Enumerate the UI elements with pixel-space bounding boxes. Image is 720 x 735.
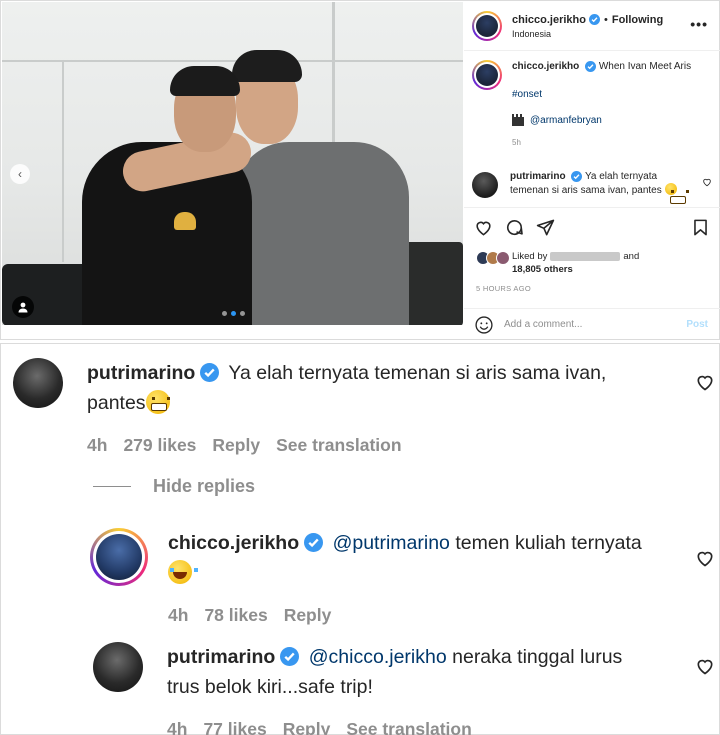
share-paper-plane-icon[interactable] <box>536 218 555 237</box>
comment-bubble-icon[interactable] <box>505 218 524 237</box>
person-right-hair <box>232 50 302 82</box>
user-icon <box>18 302 28 313</box>
reply-likes[interactable]: 77 likes <box>203 714 266 735</box>
hide-replies-label: Hide replies <box>153 476 256 496</box>
save-bookmark-icon[interactable] <box>691 218 710 237</box>
liker-avatars <box>476 251 510 276</box>
reply-button[interactable]: Reply <box>283 714 331 735</box>
person-right-shirt <box>234 142 409 325</box>
carousel-indicator <box>222 311 245 316</box>
reply-likes[interactable]: 78 likes <box>204 600 267 630</box>
reply-username[interactable]: chicco.jerikho <box>168 532 299 554</box>
reply-text: temen kuliah ternyata <box>455 532 642 554</box>
verified-badge-icon <box>571 170 583 182</box>
reply-button[interactable]: Reply <box>212 430 260 460</box>
comment-time: 4h <box>87 435 108 455</box>
reply-button[interactable]: Reply <box>284 600 332 630</box>
tent-pole <box>62 62 64 262</box>
reply-username[interactable]: putrimarino <box>167 646 275 668</box>
following-button[interactable]: Following <box>612 14 663 26</box>
like-reply-heart-icon[interactable] <box>695 656 715 676</box>
grimacing-emoji-icon <box>145 390 170 414</box>
reply-meta: 4h 77 likes Reply See translation <box>167 714 622 735</box>
carousel-dot-active <box>231 311 236 316</box>
like-heart-icon[interactable] <box>474 218 493 237</box>
verified-badge-icon <box>280 647 300 666</box>
add-comment-bar: Add a comment... Post <box>464 308 720 340</box>
reply-mention[interactable]: @putrimarino <box>333 532 450 554</box>
verified-badge-icon <box>588 14 600 25</box>
replier-avatar[interactable] <box>90 528 148 586</box>
post-timestamp: 5 HOURS AGO <box>476 284 531 293</box>
post-sidebar: chicco.jerikho • Following Indonesia •••… <box>464 2 720 340</box>
caption-time: 5h <box>512 138 521 147</box>
tent-frame <box>2 60 463 62</box>
likes-summary[interactable]: Liked by and 18,805 others <box>476 250 639 276</box>
more-options-icon[interactable]: ••• <box>690 16 708 32</box>
liked-by-and: and <box>623 251 640 262</box>
previous-photo-button[interactable]: ‹ <box>10 164 30 184</box>
like-comment-heart-icon[interactable] <box>695 372 715 392</box>
post-caption: chicco.jerikho When Ivan Meet Aris #onse… <box>464 60 720 150</box>
commenter-username[interactable]: putrimarino <box>510 171 566 182</box>
hoodie-logo <box>174 212 196 230</box>
post-photo[interactable]: ‹ <box>2 2 463 325</box>
grimacing-emoji-icon <box>664 183 689 204</box>
chevron-left-icon: ‹ <box>18 167 22 181</box>
emoji-smiley-icon[interactable] <box>474 315 494 335</box>
author-username[interactable]: chicco.jerikho <box>512 14 586 26</box>
header-separator: • <box>603 13 608 26</box>
like-comment-heart-icon[interactable] <box>702 177 712 187</box>
caption-author-avatar[interactable] <box>472 60 502 90</box>
post-header: chicco.jerikho • Following Indonesia ••• <box>464 2 720 51</box>
comment-text-line1: Ya elah ternyata temenan si aris sama iv… <box>228 362 607 384</box>
see-translation-button[interactable]: See translation <box>276 430 401 460</box>
caption-username[interactable]: chicco.jerikho <box>512 61 579 72</box>
caption-text: When Ivan Meet Aris <box>598 61 692 72</box>
clapperboard-icon <box>512 113 524 126</box>
comment-meta: 4h 279 likes Reply See translation <box>87 430 606 460</box>
commenter-avatar[interactable] <box>13 358 63 408</box>
zoomed-comments: putrimarino Ya elah ternyata temenan si … <box>0 343 720 735</box>
comment-preview: putrimarino Ya elah ternyata temenan si … <box>472 170 712 204</box>
reply-time: 4h <box>168 605 189 625</box>
comment-main: putrimarino Ya elah ternyata temenan si … <box>13 358 703 460</box>
reply-time: 4h <box>167 719 188 735</box>
tears-of-joy-emoji-icon <box>168 560 198 584</box>
verified-badge-icon <box>585 60 597 72</box>
comment-text-line2: pantes <box>87 392 146 414</box>
tagged-users-button[interactable] <box>12 296 34 318</box>
caption-hashtag[interactable]: #onset <box>512 88 691 102</box>
comment-likes[interactable]: 279 likes <box>123 430 196 460</box>
replier-avatar[interactable] <box>93 642 143 692</box>
reply-text-line2: trus belok kiri...safe trip! <box>167 676 373 698</box>
post-location[interactable]: Indonesia <box>512 29 663 39</box>
post-actions: Liked by and 18,805 others 5 HOURS AGO Ad… <box>464 207 720 339</box>
carousel-dot <box>240 311 245 316</box>
reply-comment-1: chicco.jerikho @putrimarino temen kuliah… <box>90 528 690 630</box>
comment-input[interactable]: Add a comment... <box>504 319 686 330</box>
divider-line <box>93 485 131 488</box>
redacted-username <box>550 251 621 261</box>
reply-text-line1: neraka tinggal lurus <box>452 646 623 668</box>
verified-badge-icon <box>200 363 220 382</box>
reply-meta: 4h 78 likes Reply <box>168 600 642 630</box>
caption-mention[interactable]: @armanfebryan <box>530 114 602 128</box>
author-avatar[interactable] <box>472 11 502 41</box>
person-left-hair <box>170 66 240 96</box>
hide-replies-button[interactable]: Hide replies <box>93 476 255 497</box>
likes-count[interactable]: 18,805 others <box>512 264 573 275</box>
comment-username[interactable]: putrimarino <box>87 362 195 384</box>
commenter-avatar[interactable] <box>472 172 498 198</box>
post-comment-button[interactable]: Post <box>686 319 708 330</box>
carousel-dot <box>222 311 227 316</box>
instagram-post: ‹ chicco.jerikho • Following Indonesia •… <box>0 0 720 340</box>
reply-mention[interactable]: @chicco.jerikho <box>309 646 447 668</box>
liked-by-label: Liked by <box>512 251 548 262</box>
see-translation-button[interactable]: See translation <box>346 714 471 735</box>
reply-comment-2: putrimarino @chicco.jerikho neraka tingg… <box>93 642 693 735</box>
like-reply-heart-icon[interactable] <box>695 548 715 568</box>
verified-badge-icon <box>304 533 324 552</box>
